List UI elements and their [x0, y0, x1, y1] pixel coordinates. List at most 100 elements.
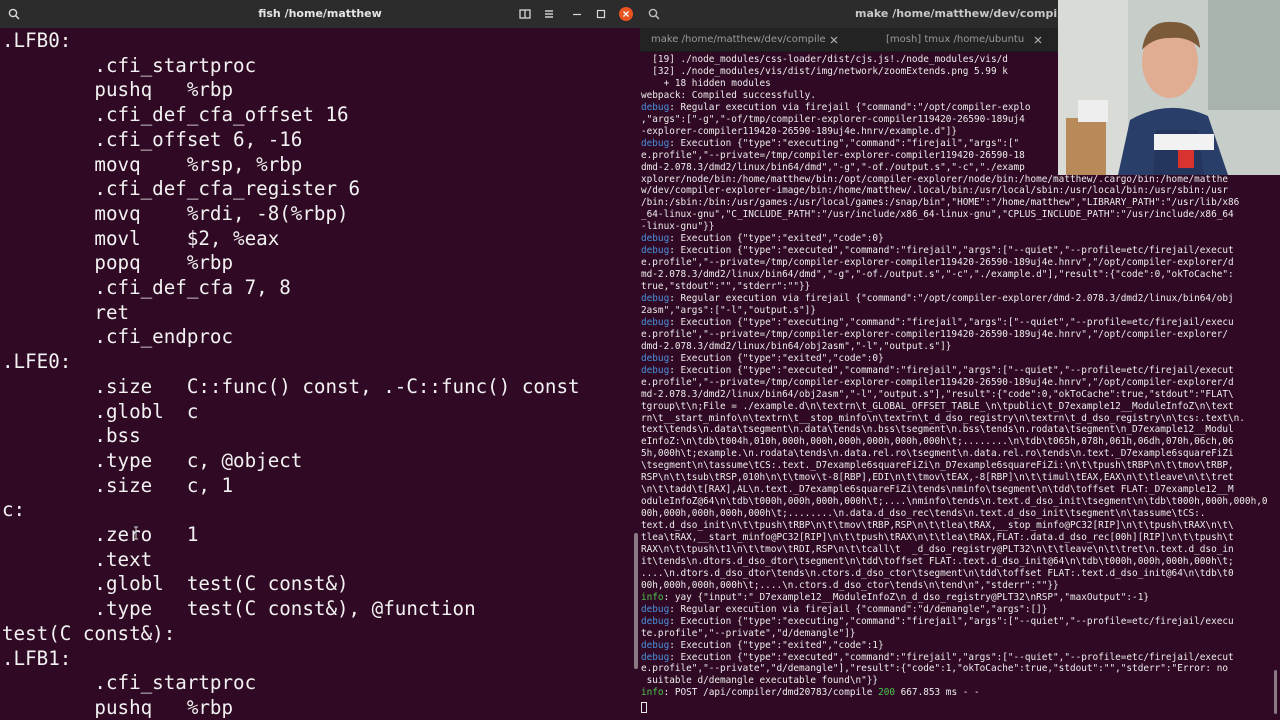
log-text: e.profile","--private=/tmp/compiler-expl… — [641, 328, 1228, 340]
log-line: true,"stdout":"","stderr":""}} — [641, 281, 810, 293]
log-text: [32] ./node_modules/vis/dist/img/network… — [641, 65, 1008, 77]
terminal-line: c: — [2, 498, 26, 522]
maximize-icon[interactable] — [593, 6, 609, 22]
log-line: e.profile","--private=/tmp/compiler-expl… — [641, 329, 1228, 341]
log-level-debug: debug — [641, 615, 670, 627]
log-text: e.profile","--private=/tmp/compiler-expl… — [641, 149, 1025, 161]
log-level-debug: debug — [641, 245, 670, 257]
log-line: 00h,000h,000h,000h\t;....\n.ctors.d_dso_… — [641, 580, 1059, 592]
log-line: dmd-2.078.3/dmd2/linux/bin64/dmd","-g","… — [641, 162, 1025, 174]
log-line: debug: Execution {"type":"exited","code"… — [641, 640, 884, 652]
terminal-line: .LFB1: — [2, 646, 72, 670]
log-level-debug: debug — [641, 101, 670, 113]
log-level-debug: debug — [641, 639, 670, 651]
log-line: tgroup\t\n;File = ./example.d\n\textrn\t… — [641, 401, 1234, 413]
log-text: : yay {"input":"_D7example12__ModuleInfo… — [663, 591, 1149, 603]
log-line: \n\t\tadd\t[RAX],AL\n.text._D7example6sq… — [641, 484, 1234, 496]
log-line: -linux-gnu"}} — [641, 221, 714, 233]
log-line: md-2.078.3/dmd2/linux/bin64/dmd","-g","-… — [641, 269, 1234, 281]
log-line: ....\n.dtors.d_dso_dtor\tends\n.ctors.d_… — [641, 568, 1234, 580]
tab-close-icon[interactable] — [1031, 33, 1045, 47]
right-scrollbar[interactable] — [1274, 670, 1277, 714]
log-line: eInfoZ:\n\tdb\t004h,010h,000h,000h,000h,… — [641, 436, 1234, 448]
terminal-line: .cfi_endproc — [2, 325, 234, 349]
log-line: debug: Execution {"type":"executed","com… — [641, 245, 1234, 257]
log-text: suitable d/demangle executable found\n"}… — [641, 675, 879, 687]
log-line: rn\t__start_minfo\n\textrn\t__stop_minfo… — [641, 413, 1245, 425]
log-line: + 18 hidden modules — [641, 78, 771, 90]
log-text: RAX\n\t\tpush\t1\n\t\tmov\tRDI,RSP\n\t\t… — [641, 543, 1234, 555]
log-level-debug: debug — [641, 233, 670, 245]
tab-make[interactable]: make /home/matthew/dev/compile... — [651, 28, 826, 52]
log-text: : Execution {"type":"executed","command"… — [669, 364, 1234, 376]
log-line: debug: Execution {"type":"executed","com… — [641, 652, 1234, 664]
log-line: e.profile","--private=/tmp/compiler-expl… — [641, 150, 1025, 162]
log-text: : Regular execution via firejail {"comma… — [669, 101, 1031, 113]
terminal-line: .globl test(C const&) — [2, 572, 349, 596]
log-text: oduleInfoZ@64\n\tdb\t000h,000h,000h,000h… — [641, 496, 1268, 508]
terminal-line: .cfi_def_cfa_register 6 — [2, 177, 361, 201]
terminal-line: .globl c — [2, 399, 199, 423]
log-text: webpack: Compiled successfully. — [641, 89, 816, 101]
log-text: xplorer/node/bin:/home/matthew/bin:/opt/… — [641, 173, 1228, 185]
close-window-button[interactable] — [619, 7, 633, 21]
log-line: xplorer/node/bin:/home/matthew/bin:/opt/… — [641, 174, 1228, 186]
log-text: tgroup\t\n;File = ./example.d\n\textrn\t… — [641, 400, 1234, 412]
log-text: : Execution {"type":"executing","command… — [669, 316, 1234, 328]
log-level-debug: debug — [641, 316, 670, 328]
terminal-line: .cfi_offset 6, -16 — [2, 127, 303, 151]
log-text: : Execution {"type":"exited","code":0} — [669, 233, 884, 245]
log-line: w/dev/compiler-explorer-image/bin:/home/… — [641, 185, 1228, 197]
log-text: true,"stdout":"","stderr":""}} — [641, 281, 811, 293]
log-text: + 18 hidden modules — [641, 77, 771, 89]
log-level-debug: debug — [641, 352, 670, 364]
log-text: 00h,000h,000h,000h,000h\t;........\n.dat… — [641, 508, 1206, 520]
log-level-debug: debug — [641, 603, 670, 615]
search-icon[interactable] — [646, 6, 662, 22]
log-line: [32] ./node_modules/vis/dist/img/network… — [641, 66, 1008, 78]
response-time: 667.853 ms - - — [895, 687, 980, 699]
log-line: debug: Execution {"type":"exited","code"… — [641, 353, 884, 365]
log-text: ....\n.dtors.d_dso_dtor\tends\n.ctors.d_… — [641, 567, 1234, 579]
tab-mosh-tmux[interactable]: [mosh] tmux /home/ubuntu — [886, 28, 1036, 52]
webcam-person-image — [1058, 0, 1280, 175]
left-scrollbar[interactable] — [634, 533, 638, 669]
close-icon — [623, 11, 629, 17]
log-level-debug: debug — [641, 651, 670, 663]
log-line: [19] ./node_modules/css-loader/dist/cjs.… — [641, 54, 1008, 66]
minimize-icon[interactable] — [569, 6, 585, 22]
log-text: 5h,000h\t;example.\n.rodata\tends\n.data… — [641, 448, 1234, 460]
log-text: _64-linux-gnu","C_INCLUDE_PATH":"/usr/in… — [641, 209, 1234, 221]
log-line: it\tends\n.dtors.d_dso_dtor\tsegment\n\t… — [641, 556, 1234, 568]
log-text: : Execution {"type":"exited","code":0} — [669, 352, 884, 364]
text-cursor-icon — [132, 525, 140, 541]
left-titlebar[interactable]: fish /home/matthew — [0, 0, 640, 28]
log-text: RSP\n\t\tsub\tRSP,010h\n\t\tmov\t-8[RBP]… — [641, 472, 1234, 484]
left-terminal-output[interactable]: .LFB0: .cfi_startproc pushq %rbp .cfi_de… — [0, 28, 640, 720]
log-text: e.profile","--private=/tmp/compiler-expl… — [641, 376, 1234, 388]
log-line: debug: Execution {"type":"executing","co… — [641, 317, 1234, 329]
log-line: webpack: Compiled successfully. — [641, 90, 816, 102]
log-text: text.d_dso_init\n\t\tpush\tRBP\n\t\tmov\… — [641, 520, 1234, 532]
log-text: ,"args":["-g","-of/tmp/compiler-explorer… — [641, 113, 1025, 125]
log-text: : Execution {"type":"executing","command… — [669, 137, 1020, 149]
log-level-debug: debug — [641, 137, 670, 149]
terminal-line: movq %rsp, %rbp — [2, 152, 303, 176]
log-line: e.profile","--private","d/demangle"],"re… — [641, 663, 1228, 675]
hamburger-menu-icon[interactable] — [541, 6, 557, 22]
left-terminal-window: fish /home/matthew .LFB0: .cfi_startproc… — [0, 0, 640, 720]
log-text: md-2.078.3/dmd2/linux/bin64/dmd","-g","-… — [641, 269, 1234, 281]
log-text: te.profile","--private","d/demangle"]} — [641, 627, 856, 639]
log-level-debug: debug — [641, 364, 670, 376]
log-text: w/dev/compiler-explorer-image/bin:/home/… — [641, 185, 1228, 197]
log-line: 5h,000h\t;example.\n.rodata\tends\n.data… — [641, 448, 1234, 460]
log-line: debug: Regular execution via firejail {"… — [641, 102, 1030, 114]
split-view-icon[interactable] — [517, 6, 533, 22]
terminal-line: ret — [2, 300, 130, 324]
log-line: debug: Regular execution via firejail {"… — [641, 604, 1047, 616]
log-line: suitable d/demangle executable found\n"}… — [641, 675, 878, 687]
log-level-info: info — [641, 591, 664, 603]
log-line: tlea\tRAX,__start_minfo@PC32[RIP]\n\t\tp… — [641, 532, 1234, 544]
log-text: -explorer-compiler119420-26590-189uj4e.h… — [641, 125, 958, 137]
tab-close-icon[interactable] — [827, 33, 841, 47]
